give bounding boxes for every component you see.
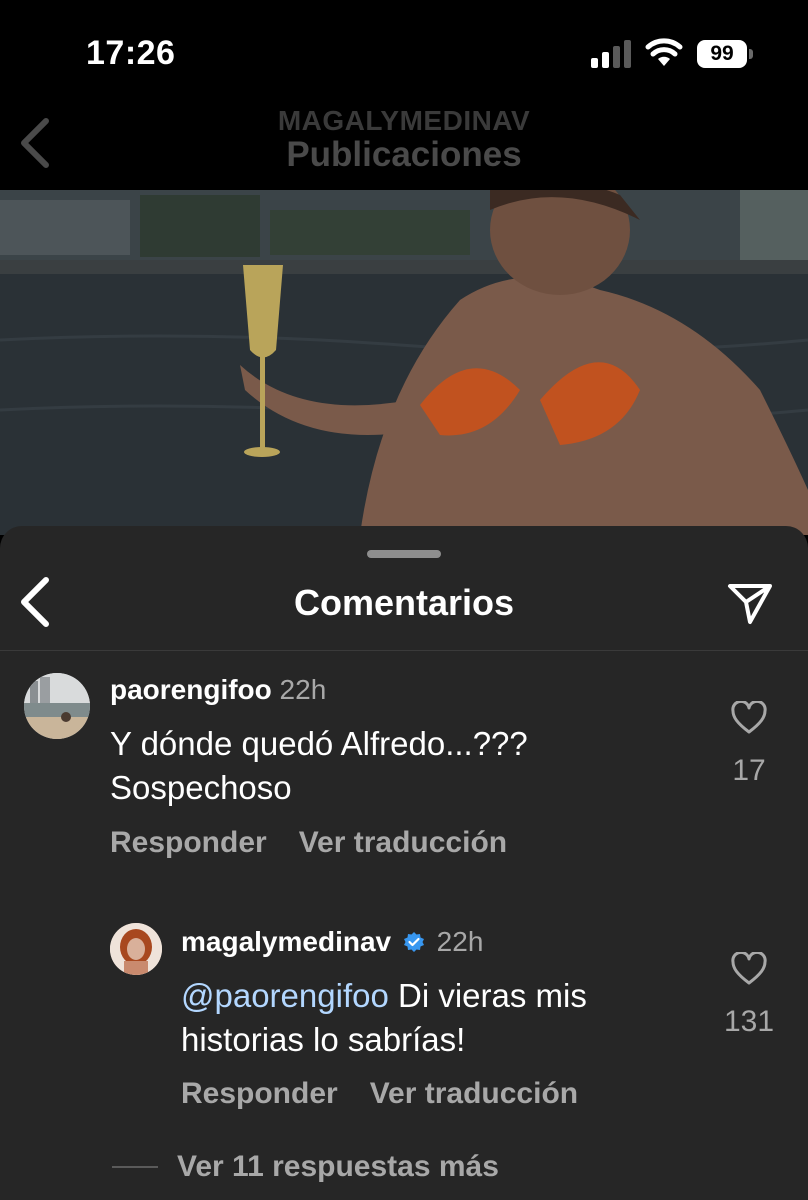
battery-indicator: 99	[697, 40, 753, 68]
comment-text: @paorengifoo Di vieras mis historias lo …	[181, 974, 721, 1062]
comment-actions: Responder Ver traducción	[110, 826, 539, 860]
cellular-signal-icon	[591, 40, 631, 68]
comment-username[interactable]: paorengifoo	[110, 674, 272, 705]
sheet-grab-handle[interactable]	[367, 550, 441, 558]
header-username: MAGALYMEDINAV	[277, 105, 531, 136]
comment-text-line: historias lo sabrías!	[181, 1021, 466, 1058]
view-more-replies-button[interactable]: Ver 11 respuestas más	[177, 1150, 499, 1184]
posts-header: MAGALYMEDINAV Publicaciones	[0, 105, 808, 190]
heart-icon[interactable]	[731, 952, 767, 986]
header-title: Publicaciones	[286, 135, 522, 174]
comment-header: magalymedinav 22h	[181, 926, 483, 958]
heart-icon[interactable]	[731, 701, 767, 735]
sheet-divider	[0, 650, 808, 651]
share-icon[interactable]	[726, 582, 774, 626]
status-time: 17:26	[86, 34, 176, 72]
reply-button[interactable]: Responder	[110, 826, 267, 859]
more-replies-line	[112, 1166, 158, 1168]
avatar[interactable]	[24, 673, 90, 739]
post-photo	[0, 190, 808, 535]
like-count: 17	[732, 754, 766, 787]
comment-time: 22h	[436, 926, 484, 957]
comment-text: Y dónde quedó Alfredo...??? Sospechoso	[110, 722, 710, 810]
comments-sheet: Comentarios paorengifoo 22h Y dónde qued…	[0, 526, 808, 1200]
comment-text-line: @paorengifoo Di vieras mis	[181, 974, 721, 1018]
battery-level: 99	[710, 42, 734, 65]
mention-link[interactable]: @paorengifoo	[181, 977, 389, 1014]
comment-username[interactable]: magalymedinav	[181, 926, 391, 957]
comment-text-fragment: Di vieras mis	[398, 977, 587, 1014]
status-bar: 17:26 99	[0, 0, 808, 105]
comment-header: paorengifoo 22h	[110, 674, 326, 706]
reply-button[interactable]: Responder	[181, 1077, 338, 1110]
translate-button[interactable]: Ver traducción	[370, 1077, 578, 1110]
verified-badge-icon	[403, 932, 424, 952]
wifi-icon	[645, 38, 683, 66]
avatar[interactable]	[110, 923, 162, 975]
post-image	[0, 190, 808, 535]
like-count: 131	[723, 1005, 775, 1038]
comment-time: 22h	[279, 674, 327, 705]
comment-text-line: Sospechoso	[110, 769, 292, 806]
comment-actions: Responder Ver traducción	[181, 1077, 610, 1111]
comments-title: Comentarios	[293, 582, 515, 623]
comment-text-line: Y dónde quedó Alfredo...???	[110, 725, 528, 762]
translate-button[interactable]: Ver traducción	[299, 826, 507, 859]
